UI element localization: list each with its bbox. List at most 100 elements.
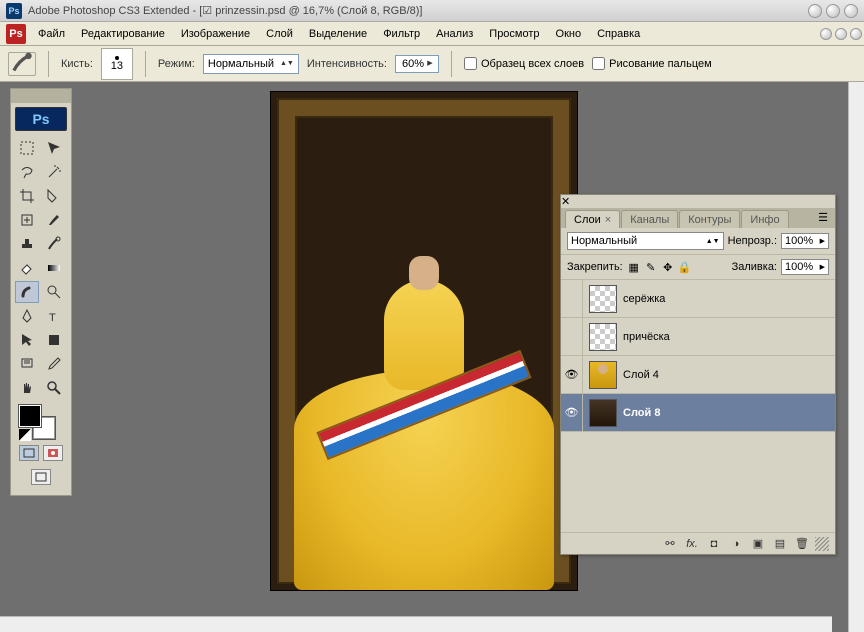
maximize-button[interactable] — [826, 4, 840, 18]
lock-transparent-icon[interactable]: ▦ — [627, 260, 641, 274]
layer-thumbnail[interactable] — [589, 399, 617, 427]
lock-position-icon[interactable]: ✥ — [661, 260, 675, 274]
adjustment-layer-icon[interactable]: ◑ — [727, 536, 745, 552]
close-icon[interactable]: × — [605, 214, 611, 226]
vertical-scrollbar[interactable] — [848, 82, 864, 632]
sample-all-checkbox[interactable]: Образец всех слоев — [464, 57, 584, 70]
title-bar: Ps Adobe Photoshop CS3 Extended - [☑ pri… — [0, 0, 864, 22]
menu-analysis[interactable]: Анализ — [428, 25, 481, 43]
quickmask-on[interactable] — [43, 445, 63, 461]
sample-all-label: Образец всех слоев — [481, 58, 584, 70]
layer-thumbnail[interactable] — [589, 361, 617, 389]
screen-mode[interactable] — [31, 469, 51, 485]
layer-row[interactable]: Слой 8 — [561, 394, 835, 432]
gradient-tool[interactable] — [42, 257, 66, 279]
crop-tool[interactable] — [15, 185, 39, 207]
strength-field[interactable]: 60% ▶ — [395, 55, 439, 73]
layer-name[interactable]: Слой 8 — [623, 407, 660, 419]
lock-all-icon[interactable]: 🔒 — [678, 260, 692, 274]
layer-name[interactable]: серёжка — [623, 293, 665, 305]
marquee-tool[interactable] — [15, 137, 39, 159]
tab-info[interactable]: Инфо — [741, 210, 788, 228]
shape-tool[interactable] — [42, 329, 66, 351]
menu-filter[interactable]: Фильтр — [375, 25, 428, 43]
hand-tool[interactable] — [15, 377, 39, 399]
menu-window[interactable]: Окно — [548, 25, 590, 43]
layer-fx-icon[interactable]: fx. — [683, 536, 701, 552]
wand-tool[interactable] — [42, 161, 66, 183]
menu-select[interactable]: Выделение — [301, 25, 375, 43]
slice-tool[interactable] — [42, 185, 66, 207]
layer-name[interactable]: Слой 4 — [623, 369, 659, 381]
doc-minimize-button[interactable] — [820, 28, 832, 40]
doc-restore-button[interactable] — [835, 28, 847, 40]
eraser-tool[interactable] — [15, 257, 39, 279]
brush-picker[interactable]: 13 — [101, 48, 133, 80]
new-layer-icon[interactable]: ▤ — [771, 536, 789, 552]
toolbox-grip[interactable] — [11, 89, 71, 103]
menu-image[interactable]: Изображение — [173, 25, 258, 43]
menu-file[interactable]: Файл — [30, 25, 73, 43]
brush-tool[interactable] — [42, 209, 66, 231]
menu-view[interactable]: Просмотр — [481, 25, 547, 43]
chevron-updown-icon: ▲▼ — [280, 61, 294, 66]
panel-menu-icon[interactable]: ☰ — [815, 210, 831, 224]
default-colors-icon[interactable] — [19, 429, 31, 441]
opacity-field[interactable]: 100%▶ — [781, 233, 829, 249]
type-tool[interactable]: T — [42, 305, 66, 327]
zoom-tool[interactable] — [42, 377, 66, 399]
notes-tool[interactable] — [15, 353, 39, 375]
horizontal-scrollbar[interactable] — [0, 616, 832, 632]
minimize-button[interactable] — [808, 4, 822, 18]
layer-group-icon[interactable]: ▣ — [749, 536, 767, 552]
history-brush-tool[interactable] — [42, 233, 66, 255]
lasso-tool[interactable] — [15, 161, 39, 183]
fill-label: Заливка: — [732, 261, 777, 273]
link-layers-icon[interactable]: ⚯ — [661, 536, 679, 552]
foreground-color[interactable] — [19, 405, 41, 427]
pen-tool[interactable] — [15, 305, 39, 327]
tab-paths[interactable]: Контуры — [679, 210, 740, 228]
document-canvas[interactable] — [271, 92, 577, 590]
tab-channels[interactable]: Каналы — [621, 210, 678, 228]
dodge-tool[interactable] — [42, 281, 66, 303]
close-button[interactable] — [844, 4, 858, 18]
smudge-tool[interactable] — [15, 281, 39, 303]
tab-layers[interactable]: Слои× — [565, 210, 620, 228]
layer-name[interactable]: причёска — [623, 331, 670, 343]
layer-thumbnail[interactable] — [589, 323, 617, 351]
finger-paint-checkbox[interactable]: Рисование пальцем — [592, 57, 712, 70]
delete-layer-icon[interactable]: 🗑 — [793, 536, 811, 552]
doc-close-button[interactable] — [850, 28, 862, 40]
layer-row[interactable]: серёжка — [561, 280, 835, 318]
stamp-tool[interactable] — [15, 233, 39, 255]
menu-help[interactable]: Справка — [589, 25, 648, 43]
sample-all-input[interactable] — [464, 57, 477, 70]
visibility-toggle[interactable] — [561, 280, 583, 317]
finger-paint-input[interactable] — [592, 57, 605, 70]
quickmask-off[interactable] — [19, 445, 39, 461]
panel-close-icon[interactable]: ✕ — [561, 196, 570, 208]
visibility-toggle[interactable] — [561, 318, 583, 355]
tool-preset-picker[interactable] — [8, 52, 36, 76]
menu-layer[interactable]: Слой — [258, 25, 301, 43]
eyedropper-tool[interactable] — [42, 353, 66, 375]
visibility-toggle[interactable] — [561, 356, 583, 393]
layer-mask-icon[interactable]: ◘ — [705, 536, 723, 552]
layer-row[interactable]: причёска — [561, 318, 835, 356]
move-tool[interactable] — [42, 137, 66, 159]
layer-row[interactable]: Слой 4 — [561, 356, 835, 394]
menu-edit[interactable]: Редактирование — [73, 25, 173, 43]
visibility-toggle[interactable] — [561, 394, 583, 431]
layer-thumbnail[interactable] — [589, 285, 617, 313]
blend-mode-select[interactable]: Нормальный ▲▼ — [203, 54, 299, 74]
resize-grip[interactable] — [815, 537, 829, 551]
fill-field[interactable]: 100%▶ — [781, 259, 829, 275]
path-select-tool[interactable] — [15, 329, 39, 351]
lock-pixels-icon[interactable]: ✎ — [644, 260, 658, 274]
healing-tool[interactable] — [15, 209, 39, 231]
ps-menu-icon[interactable]: Ps — [6, 24, 26, 44]
layer-blend-select[interactable]: Нормальный ▲▼ — [567, 232, 724, 250]
window-title: Adobe Photoshop CS3 Extended - [☑ prinze… — [28, 4, 804, 17]
standard-mode-icon — [23, 448, 35, 458]
